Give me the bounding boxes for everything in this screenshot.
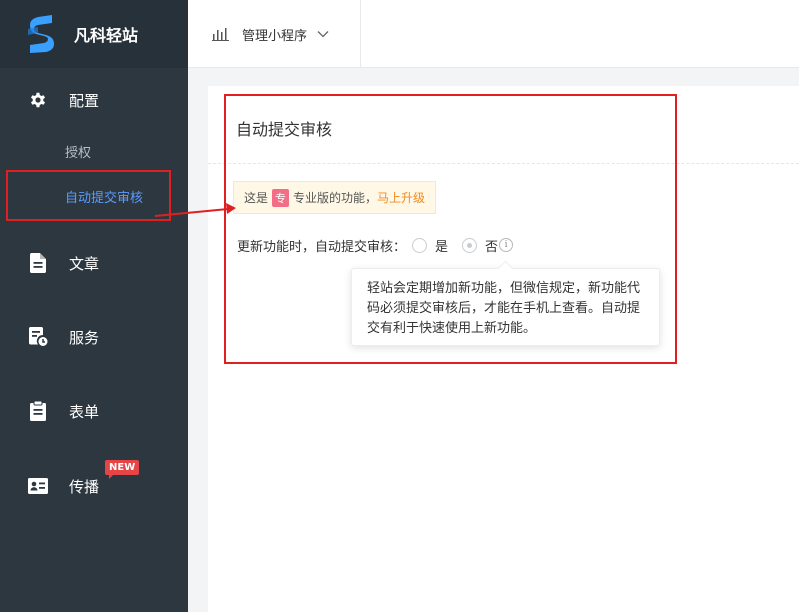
highlight-box-content <box>224 94 677 364</box>
sidebar-subitem-authorize[interactable]: 授权 <box>0 133 188 169</box>
sidebar-item-config[interactable]: 配置 <box>0 80 188 120</box>
document-icon <box>28 253 48 273</box>
new-badge: NEW <box>105 460 140 479</box>
clipboard-icon <box>28 401 48 421</box>
sidebar: 凡科轻站 配置 授权 自动提交审核 文章 服务 表单 传播 NEW <box>0 0 188 612</box>
topbar-divider <box>360 0 361 68</box>
app-selector-label: 管理小程序 <box>242 28 308 44</box>
id-card-icon <box>28 476 48 496</box>
brand-header[interactable]: 凡科轻站 <box>0 0 188 68</box>
highlight-box-sidebar <box>6 170 171 221</box>
brand-name: 凡科轻站 <box>74 26 139 45</box>
sidebar-item-label: 服务 <box>69 328 100 347</box>
sidebar-item-label: 文章 <box>69 254 100 273</box>
sidebar-item-label: 表单 <box>69 402 100 421</box>
manage-miniprogram-dropdown[interactable]: 管理小程序 <box>212 22 329 46</box>
top-bar: 管理小程序 <box>188 0 799 68</box>
sidebar-item-services[interactable]: 服务 <box>0 317 188 357</box>
sidebar-item-articles[interactable]: 文章 <box>0 243 188 283</box>
logo-icon <box>28 15 54 53</box>
sidebar-subitem-label: 授权 <box>65 145 92 161</box>
sidebar-item-spread[interactable]: 传播 <box>0 466 188 506</box>
sidebar-item-label: 配置 <box>69 91 100 110</box>
sidebar-item-label: 传播 <box>69 477 100 496</box>
bar-chart-icon <box>212 28 229 41</box>
service-icon <box>28 327 48 347</box>
sidebar-item-forms[interactable]: 表单 <box>0 391 188 431</box>
chevron-down-icon <box>317 31 329 38</box>
gear-icon <box>28 90 48 110</box>
